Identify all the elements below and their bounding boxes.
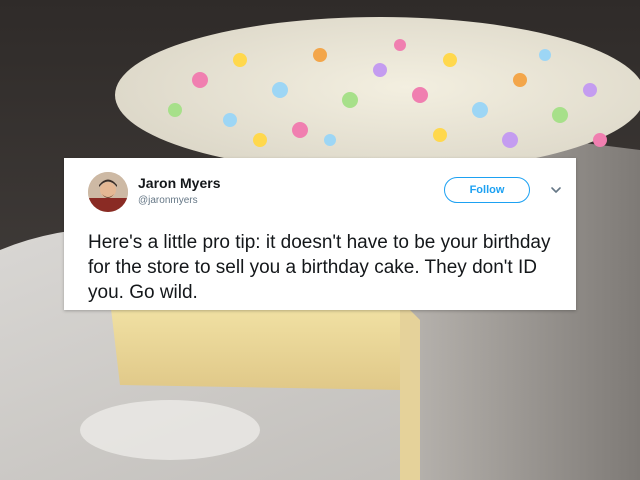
display-name[interactable]: Jaron Myers [138,175,220,191]
follow-button[interactable]: Follow [444,177,530,203]
chevron-down-icon[interactable] [549,183,563,197]
avatar[interactable] [88,172,128,212]
tweet-text: Here's a little pro tip: it doesn't have… [88,232,551,303]
tweet-card: Jaron Myers @jaronmyers Follow Here's a … [64,158,576,310]
handle[interactable]: @jaronmyers [138,195,198,206]
